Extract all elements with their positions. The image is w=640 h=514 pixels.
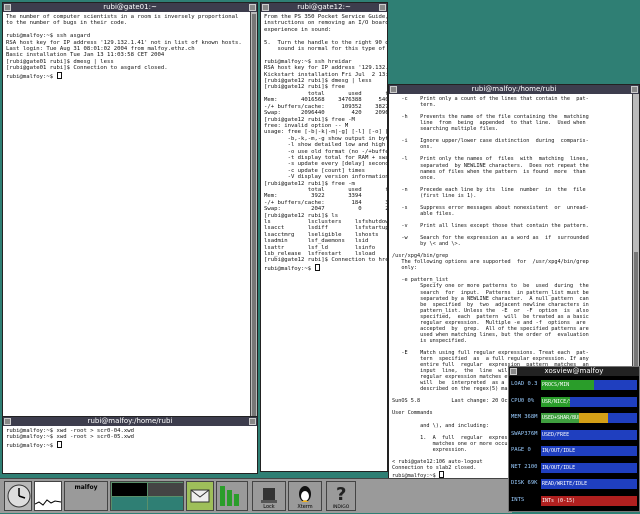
terminal-output[interactable]: The number of computer scientists in a r… bbox=[3, 12, 257, 82]
meter-bar: IN/OUT/IDLE bbox=[541, 446, 637, 456]
terminal-line: RSA host key for IP address '129.132.1.8… bbox=[264, 65, 387, 72]
meter-segment bbox=[608, 413, 637, 423]
help-icon[interactable]: ? INDIGO bbox=[326, 481, 356, 511]
meter-bar: PROCS/MIN bbox=[541, 380, 637, 390]
cpu-graph-icon bbox=[34, 481, 62, 511]
window-titlebar[interactable]: xosview@malfoy bbox=[509, 367, 639, 376]
meter-bar: USED+SHAR/BUFF/CACHE bbox=[541, 413, 637, 423]
workspace-pager[interactable] bbox=[110, 481, 184, 511]
xosview-meter: SWAP376M USED/FREE bbox=[511, 429, 637, 442]
lock-icon[interactable]: Lock bbox=[252, 481, 286, 511]
terminal-window-xwd[interactable]: rubi@malfoy:/home/rubi rubi@malfoy:~$ xw… bbox=[2, 416, 258, 474]
window-titlebar[interactable]: rubi@gate01:~ bbox=[3, 3, 257, 12]
xosview-meter: LOAD 0.3 PROCS/MIN bbox=[511, 379, 637, 392]
window-titlebar[interactable]: rubi@malfoy:/home/rubi bbox=[389, 85, 639, 94]
terminal-line: -l show detailed low and high me bbox=[264, 142, 388, 149]
window-titlebar[interactable]: rubi@malfoy:/home/rubi bbox=[3, 417, 257, 426]
text-cursor bbox=[438, 470, 444, 478]
meter-label: MEM 368M bbox=[511, 414, 538, 420]
meter-label: DISK 69K bbox=[511, 480, 538, 486]
xosview-monitor[interactable]: xosview@malfoy LOAD 0.3 PROCS/MIN CPU0 0% U… bbox=[508, 366, 640, 512]
terminal-output[interactable]: rubi@malfoy:~$ xwd -root > scr0-04.xwd ru… bbox=[3, 426, 257, 451]
meter-segment bbox=[593, 380, 637, 390]
text-cursor bbox=[56, 71, 62, 79]
meter-segment: USED/FREE bbox=[541, 429, 637, 440]
meter-segment: USED+SHAR/BUFF/CACHE bbox=[541, 413, 580, 423]
terminal-line: Mem: 4016568 3476388 540180 bbox=[264, 97, 388, 104]
window-maximize-button[interactable] bbox=[249, 418, 256, 425]
meter-label: SWAP376M bbox=[511, 430, 538, 437]
scrollbar[interactable] bbox=[250, 12, 257, 471]
meter-label: PAGE 0 bbox=[511, 447, 531, 453]
xosview-meter: CPU0 0% USR/NICE/SYS/FREE bbox=[511, 396, 637, 409]
terminal-line: Swap: 2047 0 2046 bbox=[264, 206, 388, 213]
xosview-meter: DISK 69K READ/WRITE/IDLE bbox=[511, 478, 637, 491]
terminal-line: rubi@malfoy:~$ bbox=[6, 440, 254, 449]
window-titlebar[interactable]: rubi@gate12:~ bbox=[261, 3, 387, 12]
meter-bar: USR/NICE/SYS/FREE bbox=[541, 396, 637, 407]
terminal-line: lsacct lsdiff lsfstartup bbox=[264, 225, 388, 232]
window-menu-button[interactable] bbox=[4, 4, 11, 11]
window-title: rubi@gate12:~ bbox=[297, 3, 351, 11]
window-title: rubi@malfoy:/home/rubi bbox=[87, 417, 173, 425]
window-title: rubi@malfoy:/home/rubi bbox=[471, 85, 557, 93]
window-menu-button[interactable] bbox=[390, 86, 397, 93]
terminal-window-gate01[interactable]: rubi@gate01:~ The number of computer sci… bbox=[2, 2, 258, 472]
xosview-meter: MEM 368MUSED+SHAR/BUFF/CACHE bbox=[511, 412, 637, 425]
meter-segment: READ/WRITE/IDLE bbox=[541, 479, 637, 489]
meter-bar: IN/OUT/IDLE bbox=[541, 462, 637, 473]
window-menu-button[interactable] bbox=[4, 418, 11, 425]
meter-bar: READ/WRITE/IDLE bbox=[541, 479, 637, 489]
window-maximize-button[interactable] bbox=[379, 4, 386, 11]
window-menu-button[interactable] bbox=[510, 368, 517, 375]
window-maximize-button[interactable] bbox=[631, 86, 638, 93]
meter-label: LOAD 0.3 bbox=[511, 381, 538, 387]
meter-segment: PROCS/MIN bbox=[541, 380, 594, 390]
meter-bar: USED/FREE bbox=[541, 429, 637, 440]
window-title: rubi@gate01:~ bbox=[103, 3, 157, 11]
svg-text:?: ? bbox=[336, 484, 346, 504]
meter-bar: INTs (0-15) bbox=[541, 495, 637, 506]
text-cursor bbox=[314, 263, 320, 271]
monitor-icon bbox=[216, 481, 248, 511]
terminal-window-gate12[interactable]: rubi@gate12:~ From the PS 350 Pocket Ser… bbox=[260, 2, 388, 472]
window-menu-button[interactable] bbox=[262, 4, 269, 11]
terminal-line: Mem: 3922 3394 527 bbox=[264, 193, 388, 200]
mail-icon[interactable] bbox=[186, 481, 214, 511]
terminal-line: instructions on removing an I/O board fr… bbox=[264, 20, 388, 27]
xosview-meter: PAGE 0 IN/OUT/IDLE bbox=[511, 445, 637, 458]
xterm-icon[interactable]: Xterm bbox=[288, 481, 322, 511]
meter-label: INTS bbox=[511, 496, 525, 503]
meter-segment: INTs (0-15) bbox=[541, 495, 637, 506]
terminal-line: [rubi@gate12 rubi]$ Connection to hreida… bbox=[264, 257, 388, 264]
terminal-line: rubi@malfoy:~$ bbox=[6, 71, 254, 80]
meter-segment bbox=[570, 396, 637, 407]
window-title: xosview@malfoy bbox=[544, 367, 604, 375]
xosview-meter: INTS INTs (0-15) bbox=[511, 495, 637, 508]
terminal-line: lsadmin lsf_daemons lsid bbox=[264, 238, 369, 245]
terminal-line: rubi@malfoy:~$ bbox=[264, 263, 384, 272]
meter-label: CPU0 0% bbox=[511, 397, 535, 404]
terminal-output[interactable]: From the PS 350 Pocket Service Guide, p.… bbox=[261, 12, 387, 274]
malfoy-load-graph: malfoy bbox=[64, 481, 108, 511]
meter-segment: USR/NICE/SYS/FREE bbox=[541, 396, 571, 407]
text-cursor bbox=[56, 440, 62, 448]
terminal-line: -o use old format (no -/+buffers bbox=[264, 148, 388, 155]
terminal-line: sound is normal for this type of connect… bbox=[277, 46, 386, 53]
terminal-line: -s update every [delay] seconds bbox=[264, 161, 388, 168]
terminal-line: Swap: 2096440 420 2096020 bbox=[264, 110, 388, 117]
meter-segment: IN/OUT/IDLE bbox=[541, 446, 637, 456]
meter-segment bbox=[579, 413, 609, 423]
window-maximize-button[interactable] bbox=[249, 4, 256, 11]
meter-segment: IN/OUT/IDLE bbox=[541, 462, 637, 473]
terminal-line: -V display version information a bbox=[264, 174, 388, 181]
meter-label: NET 2100 bbox=[511, 463, 538, 470]
taskbar: malfoy Lock Xterm ? INDIGO bbox=[0, 478, 512, 513]
clock-icon[interactable] bbox=[4, 481, 32, 511]
xosview-meter: NET 2100 IN/OUT/IDLE bbox=[511, 462, 637, 475]
terminal-line: usage: free [-b|-k|-m|-g] [-l] [-o] [-t] bbox=[264, 129, 388, 136]
